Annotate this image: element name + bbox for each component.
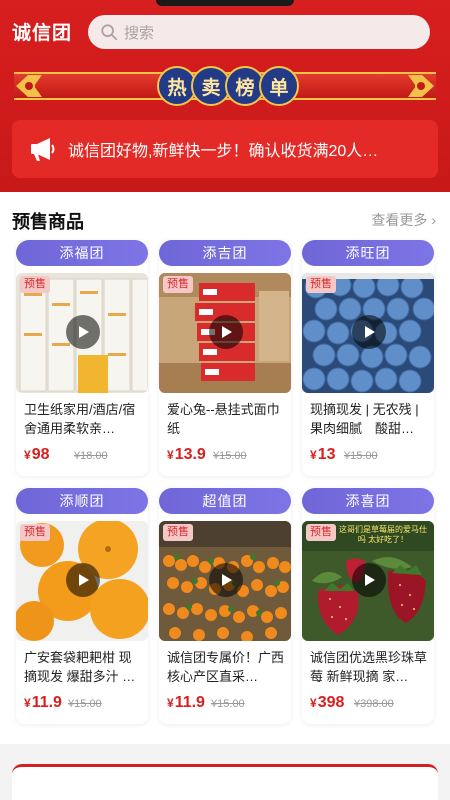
presale-section: 预售商品 查看更多 › 添福团 预售 卫生纸家用/酒店/宿舍通用柔软亲… ¥98 … [0,192,450,744]
currency-symbol: ¥ [167,448,174,462]
group-tab[interactable]: 超值团 [159,488,291,514]
price-value: 398 [317,694,345,711]
price-value: 13.9 [174,446,206,463]
megaphone-icon [31,138,55,161]
product-card[interactable]: 添旺团 预售 现摘现发 | 无农残 | 果肉细腻 酸甜… ¥13 ¥15.00 [302,240,434,476]
hot-ranking-banner[interactable]: 热 卖 榜 单 [14,64,436,108]
play-button[interactable] [66,563,100,597]
price-value: 11.9 [31,694,62,711]
chevron-right-icon: › [431,212,436,228]
group-tab[interactable]: 添喜团 [302,488,434,514]
product-title: 广安套袋耙耙柑 现摘现发 爆甜多汁 … [24,650,136,684]
group-tab[interactable]: 添顺团 [16,488,148,514]
play-button[interactable] [209,563,243,597]
see-more-label: 查看更多 [371,212,428,228]
price-value: 13 [317,446,336,463]
current-price: ¥13.9 [167,446,206,464]
play-icon [222,574,232,586]
original-price: ¥18.00 [74,450,108,462]
search-placeholder: 搜索 [124,24,155,42]
product-title: 卫生纸家用/酒店/宿舍通用柔软亲… [24,402,136,436]
status-notch [156,0,294,6]
product-image[interactable]: 预售 [16,521,148,641]
presale-badge: 预售 [163,276,193,293]
current-price: ¥398 [310,694,344,712]
play-button[interactable] [209,315,243,349]
product-image[interactable]: 预售 [159,273,291,393]
product-image[interactable]: 预售 [302,273,434,393]
product-card[interactable]: 添顺团 预售 广安套袋耙耙柑 现摘现发 爆甜多汁 … ¥11.9 ¥15.00 [16,488,148,724]
presale-badge: 预售 [306,524,336,541]
play-icon [222,326,232,338]
original-price: ¥15.00 [68,698,102,710]
original-price: ¥15.00 [211,698,245,710]
currency-symbol: ¥ [310,696,317,710]
group-tab[interactable]: 添吉团 [159,240,291,266]
original-price: ¥15.00 [344,450,378,462]
presale-badge: 预售 [20,276,50,293]
play-button[interactable] [352,563,386,597]
product-title: 诚信团专属价！广西核心产区直采… [167,650,285,684]
search-icon [101,24,118,41]
group-tab[interactable]: 添旺团 [302,240,434,266]
product-card[interactable]: 超值团 预售 诚信团专属价！广西核心产区直采… ¥11.9 ¥15.00 [159,488,291,724]
play-icon [365,574,375,586]
search-bar[interactable]: 搜索 [88,15,430,49]
header: 诚信团 搜索 热 卖 榜 单 诚信团好物,新鲜快一步！确认收货满20人… [0,0,450,192]
currency-symbol: ¥ [24,696,31,710]
play-button[interactable] [66,315,100,349]
current-price: ¥11.9 [167,694,205,712]
product-image[interactable]: 预售 这哥们是草莓届的爱马仕吗 太好吃了！ [302,521,434,641]
banner-char: 单 [259,66,299,106]
play-icon [79,326,89,338]
presale-badge: 预售 [20,524,50,541]
product-image[interactable]: 预售 [16,273,148,393]
see-more-link[interactable]: 查看更多 › [367,210,436,230]
presale-badge: 预售 [306,276,336,293]
banner-ornament-left-icon [16,75,42,97]
currency-symbol: ¥ [310,448,317,462]
current-price: ¥13 [310,446,335,464]
next-section-card[interactable] [12,764,438,800]
announcement-text: 诚信团好物,新鲜快一步！确认收货满20人… [68,143,379,160]
announcement-bar[interactable]: 诚信团好物,新鲜快一步！确认收货满20人… [12,120,438,178]
play-icon [79,574,89,586]
product-card[interactable]: 添福团 预售 卫生纸家用/酒店/宿舍通用柔软亲… ¥98 ¥18.00 [16,240,148,476]
group-tab[interactable]: 添福团 [16,240,148,266]
section-title: 预售商品 [12,212,84,232]
price-value: 98 [31,446,50,463]
presale-badge: 预售 [163,524,193,541]
play-icon [365,326,375,338]
product-title: 诚信团优选黑珍珠草莓 新鲜现摘 家… [310,650,428,684]
product-card[interactable]: 添吉团 预售 爱心兔--悬挂式面巾纸 ¥13.9 ¥15.00 [159,240,291,476]
currency-symbol: ¥ [167,696,174,710]
product-title: 现摘现发 | 无农残 | 果肉细腻 酸甜… [310,402,419,436]
banner-ornament-right-icon [408,75,434,97]
play-button[interactable] [352,315,386,349]
original-price: ¥398.00 [354,698,394,710]
original-price: ¥15.00 [213,450,247,462]
app-title: 诚信团 [12,23,73,44]
product-title: 爱心兔--悬挂式面巾纸 [167,402,280,436]
image-caption: 这哥们是草莓届的爱马仕吗 太好吃了！ [339,525,427,544]
currency-symbol: ¥ [24,448,31,462]
current-price: ¥98 [24,446,49,464]
current-price: ¥11.9 [24,694,62,712]
price-value: 11.9 [174,694,205,711]
product-image[interactable]: 预售 [159,521,291,641]
product-card[interactable]: 添喜团 预售 这哥们是草莓届的爱马仕吗 太好吃了！ 诚信团优选黑珍珠草莓 新鲜现… [302,488,434,724]
